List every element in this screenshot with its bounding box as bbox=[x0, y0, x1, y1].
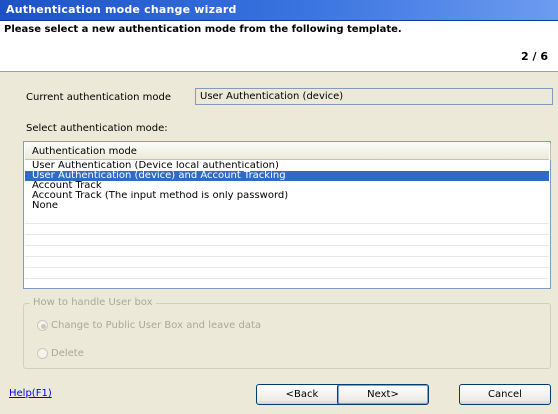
radio-label-change: Change to Public User Box and leave data bbox=[51, 320, 262, 331]
radio-label-delete: Delete bbox=[51, 348, 84, 359]
list-item[interactable]: Account Track (The input method is only … bbox=[25, 191, 549, 201]
list-item[interactable]: Account Track bbox=[25, 181, 549, 191]
help-link[interactable]: Help(F1) bbox=[9, 388, 52, 399]
column-header-auth-mode[interactable]: Authentication mode bbox=[25, 143, 551, 160]
select-mode-label: Select authentication mode: bbox=[26, 123, 168, 134]
list-item[interactable]: None bbox=[25, 201, 549, 211]
current-mode-label: Current authentication mode bbox=[26, 92, 171, 103]
current-mode-field: User Authentication (device) bbox=[195, 88, 553, 105]
title-bar[interactable]: Authentication mode change wizard bbox=[0, 0, 558, 21]
radio-change-to-public[interactable]: Change to Public User Box and leave data bbox=[37, 320, 261, 331]
list-item[interactable]: User Authentication (Device local authen… bbox=[25, 161, 549, 171]
window-title: Authentication mode change wizard bbox=[6, 3, 237, 16]
wizard-header: Please select a new authentication mode … bbox=[0, 21, 558, 72]
list-header: Authentication mode bbox=[25, 143, 551, 160]
empty-list-area bbox=[25, 213, 549, 289]
back-button[interactable]: <Back bbox=[256, 384, 348, 405]
user-box-group: How to handle User box bbox=[23, 297, 551, 369]
radio-button-icon bbox=[37, 348, 48, 359]
radio-delete[interactable]: Delete bbox=[37, 348, 84, 359]
instruction-text: Please select a new authentication mode … bbox=[4, 24, 402, 35]
step-indicator: 2 / 6 bbox=[521, 50, 548, 63]
user-box-legend: How to handle User box bbox=[30, 297, 156, 308]
auth-mode-list[interactable]: Authentication mode User Authentication … bbox=[23, 141, 551, 289]
radio-button-icon bbox=[37, 320, 48, 331]
next-button[interactable]: Next> bbox=[337, 384, 429, 405]
cancel-button[interactable]: Cancel bbox=[459, 384, 551, 405]
list-item-selected[interactable]: User Authentication (device) and Account… bbox=[25, 171, 549, 181]
list-rows: User Authentication (Device local authen… bbox=[25, 161, 549, 211]
